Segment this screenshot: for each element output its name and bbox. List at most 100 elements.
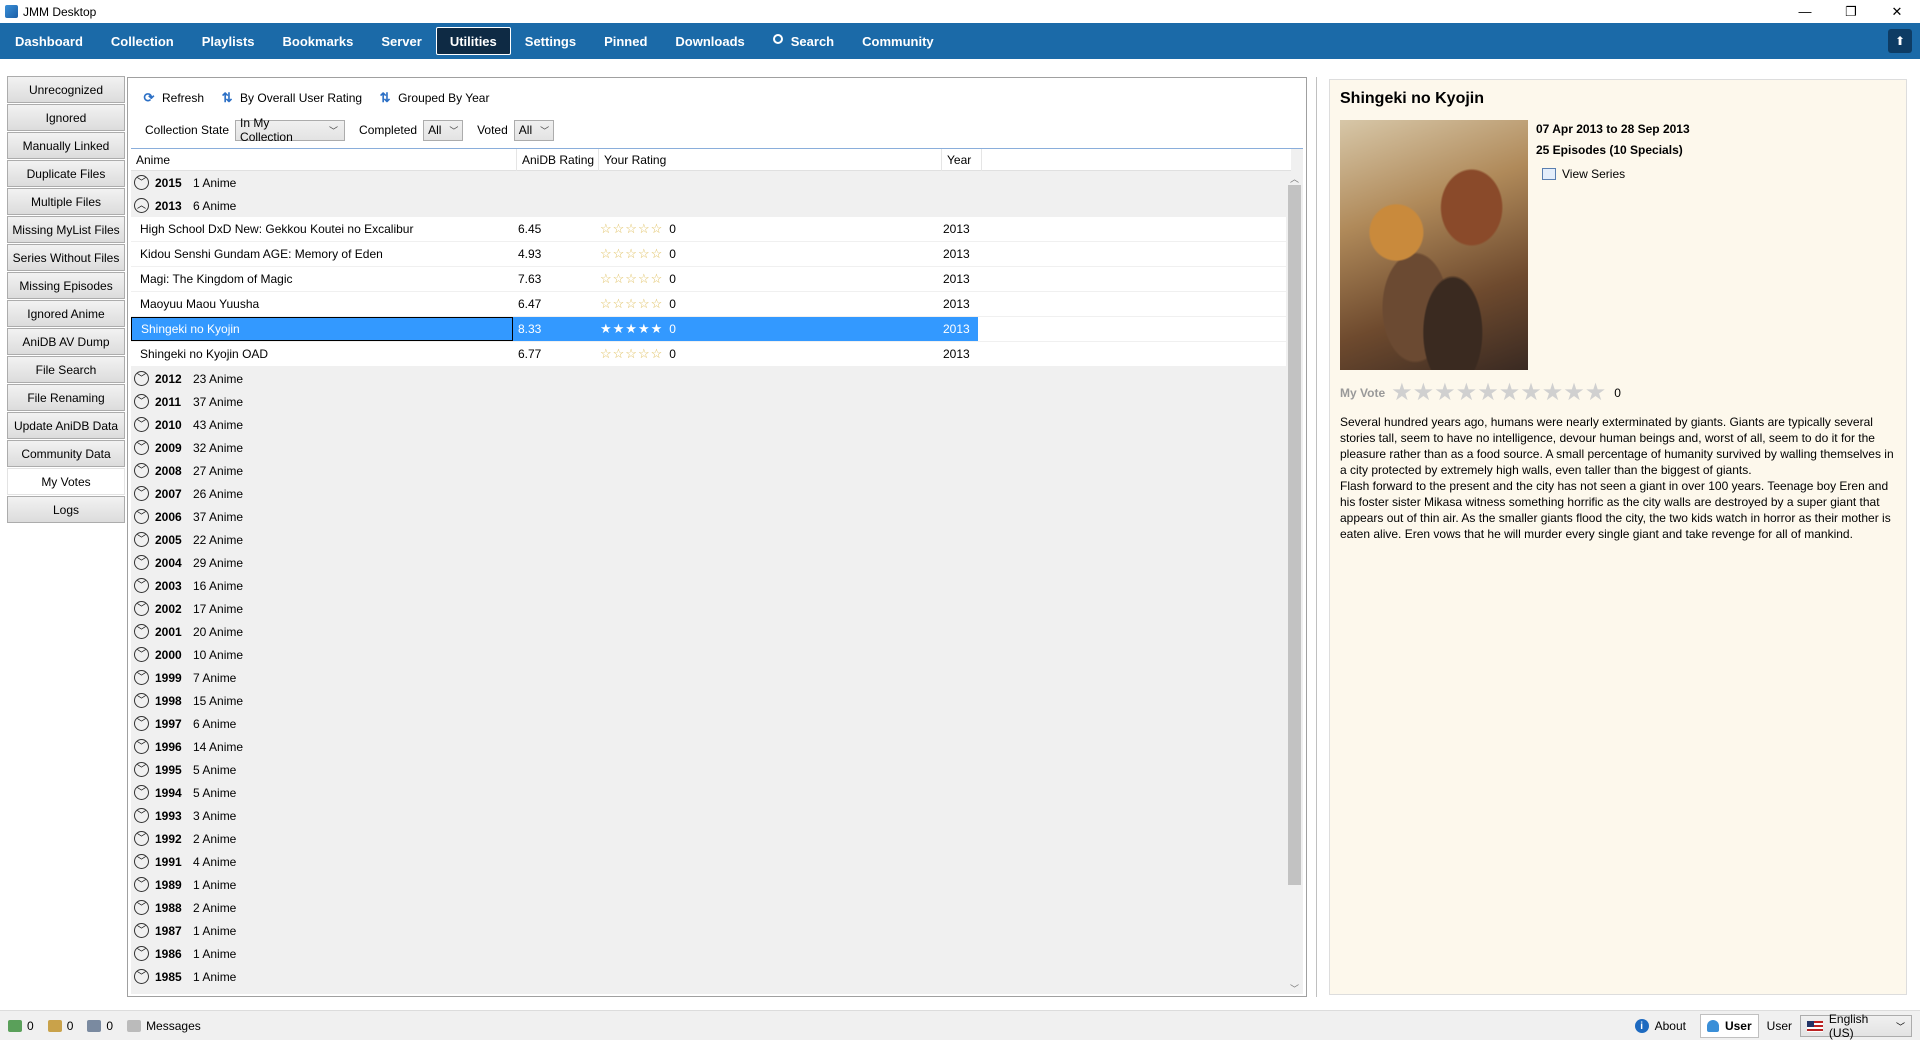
- group-row[interactable]: ﹀ 1989 1 Anime: [131, 873, 1289, 896]
- group-row[interactable]: ﹀ 1997 6 Anime: [131, 712, 1289, 735]
- expand-icon[interactable]: ﹀: [134, 946, 149, 961]
- expand-icon[interactable]: ﹀: [134, 624, 149, 639]
- group-row[interactable]: ﹀ 2004 29 Anime: [131, 551, 1289, 574]
- expand-icon[interactable]: ﹀: [134, 440, 149, 455]
- collection-state-dropdown[interactable]: In My Collection ﹀: [235, 116, 346, 144]
- group-row[interactable]: ﹀ 2002 17 Anime: [131, 597, 1289, 620]
- upload-icon[interactable]: ⬆: [1888, 29, 1912, 53]
- table-row-selected[interactable]: Shingeki no Kyojin 8.33 ★★★★★ 0 2013: [131, 317, 1289, 342]
- your-rating[interactable]: ☆☆☆☆☆ 0: [595, 346, 938, 362]
- vertical-scrollbar[interactable]: ︿ ﹀: [1286, 171, 1303, 994]
- group-row[interactable]: ﹀ 1998 15 Anime: [131, 689, 1289, 712]
- group-row[interactable]: ﹀ 1999 7 Anime: [131, 666, 1289, 689]
- sidebar-item-manually-linked[interactable]: Manually Linked: [7, 132, 125, 159]
- table-row[interactable]: Kidou Senshi Gundam AGE: Memory of Eden …: [131, 242, 1289, 267]
- star-rating-icon[interactable]: ☆☆☆☆☆: [600, 246, 663, 262]
- sidebar-item-my-votes[interactable]: My Votes: [7, 468, 125, 495]
- nav-dashboard[interactable]: Dashboard: [0, 27, 97, 55]
- expand-icon[interactable]: ﹀: [134, 486, 149, 501]
- sidebar-item-logs[interactable]: Logs: [7, 496, 125, 523]
- expand-icon[interactable]: ﹀: [134, 532, 149, 547]
- expand-icon[interactable]: ﹀: [134, 601, 149, 616]
- table-row[interactable]: Shingeki no Kyojin OAD 6.77 ☆☆☆☆☆ 0 2013: [131, 342, 1289, 367]
- group-row[interactable]: ﹀ 1993 3 Anime: [131, 804, 1289, 827]
- group-row[interactable]: ﹀ 2012 23 Anime: [131, 367, 1289, 390]
- expand-icon[interactable]: ﹀: [134, 854, 149, 869]
- expand-icon[interactable]: ﹀: [134, 670, 149, 685]
- column-header-anime[interactable]: Anime: [131, 149, 517, 171]
- group-row[interactable]: ﹀ 1996 14 Anime: [131, 735, 1289, 758]
- queue-images[interactable]: 0: [87, 1019, 113, 1033]
- sidebar-item-unrecognized[interactable]: Unrecognized: [7, 76, 125, 103]
- group-row[interactable]: ﹀ 2015 1 Anime: [131, 171, 1289, 194]
- language-dropdown[interactable]: English (US) ﹀: [1800, 1012, 1912, 1040]
- sidebar-item-multiple-files[interactable]: Multiple Files: [7, 188, 125, 215]
- expand-icon[interactable]: ﹀: [134, 647, 149, 662]
- expand-icon[interactable]: ﹀: [134, 716, 149, 731]
- view-series-link[interactable]: View Series: [1542, 167, 1625, 181]
- nav-collection[interactable]: Collection: [97, 27, 188, 55]
- voted-dropdown[interactable]: All ﹀: [513, 119, 554, 141]
- your-rating[interactable]: ☆☆☆☆☆ 0: [595, 296, 938, 312]
- group-row[interactable]: ﹀ 2000 10 Anime: [131, 643, 1289, 666]
- expand-icon[interactable]: ﹀: [134, 578, 149, 593]
- expand-icon[interactable]: ﹀: [134, 371, 149, 386]
- scroll-down-icon[interactable]: ﹀: [1286, 981, 1303, 994]
- nav-bookmarks[interactable]: Bookmarks: [269, 27, 368, 55]
- your-rating[interactable]: ☆☆☆☆☆ 0: [595, 221, 938, 237]
- sidebar-item-duplicate-files[interactable]: Duplicate Files: [7, 160, 125, 187]
- completed-dropdown[interactable]: All ﹀: [423, 119, 464, 141]
- expand-icon[interactable]: ﹀: [134, 900, 149, 915]
- nav-utilities[interactable]: Utilities: [435, 27, 511, 55]
- sidebar-item-missing-mylist-files[interactable]: Missing MyList Files: [7, 216, 125, 243]
- table-row[interactable]: High School DxD New: Gekkou Koutei no Ex…: [131, 217, 1289, 242]
- group-row[interactable]: ﹀ 1986 1 Anime: [131, 942, 1289, 965]
- table-row[interactable]: Maoyuu Maou Yuusha 6.47 ☆☆☆☆☆ 0 2013: [131, 292, 1289, 317]
- expand-icon[interactable]: ﹀: [134, 693, 149, 708]
- close-button[interactable]: ✕: [1874, 0, 1920, 23]
- star-rating-icon[interactable]: ★★★★★: [600, 321, 663, 337]
- sidebar-item-missing-episodes[interactable]: Missing Episodes: [7, 272, 125, 299]
- refresh-button[interactable]: ⟳ Refresh: [142, 90, 204, 105]
- group-row[interactable]: ﹀ 1987 1 Anime: [131, 919, 1289, 942]
- star-rating-icon[interactable]: ☆☆☆☆☆: [600, 271, 663, 287]
- expand-icon[interactable]: ﹀: [134, 923, 149, 938]
- nav-community[interactable]: Community: [848, 27, 948, 55]
- group-row[interactable]: ︿ 2013 6 Anime: [131, 194, 1289, 217]
- group-row[interactable]: ﹀ 2011 37 Anime: [131, 390, 1289, 413]
- nav-settings[interactable]: Settings: [511, 27, 590, 55]
- group-row[interactable]: ﹀ 2005 22 Anime: [131, 528, 1289, 551]
- star-rating-icon[interactable]: ☆☆☆☆☆: [600, 221, 663, 237]
- scroll-thumb[interactable]: [1288, 185, 1301, 885]
- expand-icon[interactable]: ﹀: [134, 509, 149, 524]
- column-header-your-rating[interactable]: Your Rating: [599, 149, 942, 171]
- table-row[interactable]: Magi: The Kingdom of Magic 7.63 ☆☆☆☆☆ 0 2…: [131, 267, 1289, 292]
- nav-playlists[interactable]: Playlists: [188, 27, 269, 55]
- expand-icon[interactable]: ﹀: [134, 555, 149, 570]
- group-row[interactable]: ﹀ 1988 2 Anime: [131, 896, 1289, 919]
- expand-icon[interactable]: ﹀: [134, 394, 149, 409]
- expand-icon[interactable]: ﹀: [134, 808, 149, 823]
- group-row[interactable]: ﹀ 1994 5 Anime: [131, 781, 1289, 804]
- minimize-button[interactable]: —: [1782, 0, 1828, 23]
- group-row[interactable]: ﹀ 2003 16 Anime: [131, 574, 1289, 597]
- star-rating-icon[interactable]: ☆☆☆☆☆: [600, 346, 663, 362]
- scroll-up-icon[interactable]: ︿: [1286, 171, 1303, 185]
- group-row[interactable]: ﹀ 1991 4 Anime: [131, 850, 1289, 873]
- sidebar-item-ignored[interactable]: Ignored: [7, 104, 125, 131]
- sidebar-item-community-data[interactable]: Community Data: [7, 440, 125, 467]
- group-row[interactable]: ﹀ 2008 27 Anime: [131, 459, 1289, 482]
- nav-downloads[interactable]: Downloads: [661, 27, 758, 55]
- expand-icon[interactable]: ﹀: [134, 785, 149, 800]
- sidebar-item-update-anidb-data[interactable]: Update AniDB Data: [7, 412, 125, 439]
- column-header-anidb-rating[interactable]: AniDB Rating: [517, 149, 599, 171]
- expand-icon[interactable]: ﹀: [134, 175, 149, 190]
- nav-pinned[interactable]: Pinned: [590, 27, 661, 55]
- group-row[interactable]: ﹀ 1992 2 Anime: [131, 827, 1289, 850]
- sidebar-item-file-renaming[interactable]: File Renaming: [7, 384, 125, 411]
- star-rating-icon[interactable]: ☆☆☆☆☆: [600, 296, 663, 312]
- sidebar-item-anidb-av-dump[interactable]: AniDB AV Dump: [7, 328, 125, 355]
- sidebar-item-series-without-files[interactable]: Series Without Files: [7, 244, 125, 271]
- messages-button[interactable]: Messages: [127, 1019, 201, 1033]
- collapse-icon[interactable]: ︿: [134, 198, 149, 213]
